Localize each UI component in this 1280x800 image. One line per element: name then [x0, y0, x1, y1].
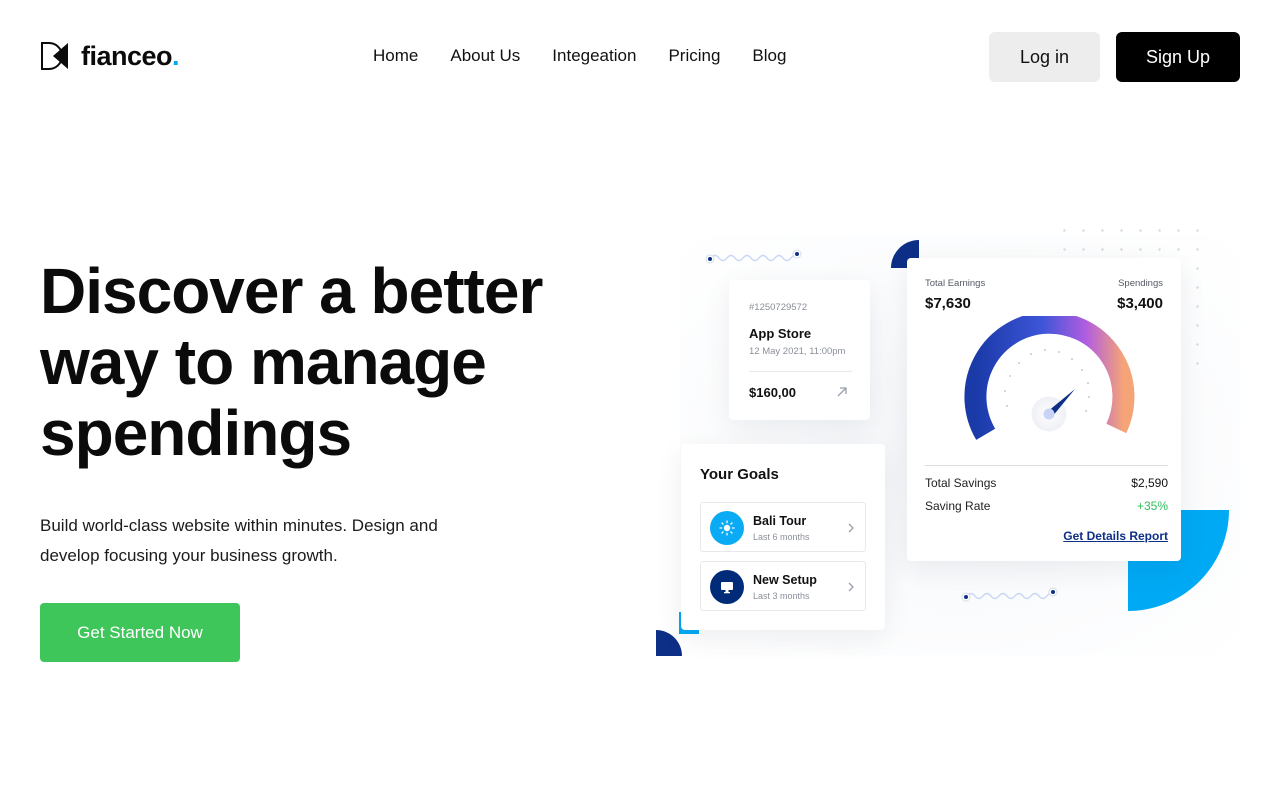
- logo-mark-icon: [41, 42, 68, 70]
- nav-about-us[interactable]: About Us: [450, 44, 520, 68]
- goal-item-bali-tour[interactable]: Bali Tour Last 6 months: [700, 502, 866, 552]
- transaction-date: 12 May 2021, 11:00pm: [749, 346, 846, 357]
- chevron-right-icon: [848, 523, 854, 533]
- total-savings-value: $2,590: [1131, 476, 1168, 490]
- transaction-amount: $160,00: [749, 385, 796, 400]
- nav-home[interactable]: Home: [373, 44, 418, 68]
- brand-name: fianceo: [81, 41, 173, 71]
- nav-blog[interactable]: Blog: [752, 44, 786, 68]
- goal-item-new-setup[interactable]: New Setup Last 3 months: [700, 561, 866, 611]
- monitor-icon: [710, 570, 744, 604]
- divider: [749, 371, 852, 372]
- spendings-value: $3,400: [1117, 295, 1163, 312]
- total-earnings-value: $7,630: [925, 295, 971, 312]
- goal-period: Last 3 months: [753, 591, 810, 601]
- brand-dot: .: [172, 41, 180, 71]
- goals-title: Your Goals: [700, 466, 779, 483]
- sun-icon: [710, 511, 744, 545]
- wave-decoration-top: [705, 249, 802, 264]
- login-button[interactable]: Log in: [989, 32, 1100, 82]
- saving-rate-label: Saving Rate: [925, 499, 991, 513]
- goals-card: Your Goals Bali Tour Last 6 months New S…: [681, 444, 885, 630]
- divider: [925, 465, 1168, 466]
- saving-rate-value: +35%: [1136, 499, 1168, 513]
- arrow-up-right-icon[interactable]: [835, 385, 849, 399]
- main-nav: Home About Us Integeation Pricing Blog: [373, 44, 786, 68]
- goal-name: Bali Tour: [753, 514, 807, 528]
- spendings-label: Spendings: [1118, 278, 1163, 289]
- goal-name: New Setup: [753, 573, 817, 587]
- details-report-link[interactable]: Get Details Report: [1063, 529, 1168, 543]
- goal-period: Last 6 months: [753, 532, 810, 542]
- transaction-card[interactable]: #1250729572 App Store 12 May 2021, 11:00…: [729, 280, 870, 420]
- nav-integration[interactable]: Integeation: [552, 44, 636, 68]
- hero-title: Discover a better way to manage spending…: [40, 255, 543, 469]
- total-earnings-label: Total Earnings: [925, 278, 986, 289]
- get-started-button[interactable]: Get Started Now: [40, 603, 240, 662]
- wave-decoration-bottom: [961, 587, 1058, 602]
- signup-button[interactable]: Sign Up: [1116, 32, 1240, 82]
- chevron-right-icon: [848, 582, 854, 592]
- nav-pricing[interactable]: Pricing: [668, 44, 720, 68]
- dashboard-illustration: #1250729572 App Store 12 May 2021, 11:00…: [650, 215, 1250, 665]
- spending-gauge: [964, 316, 1135, 440]
- total-savings-label: Total Savings: [925, 476, 997, 490]
- transaction-id: #1250729572: [749, 302, 808, 313]
- transaction-name: App Store: [749, 326, 812, 341]
- stats-card: Total Earnings $7,630 Spendings $3,400 T…: [907, 258, 1181, 561]
- hero-subtitle: Build world-class website within minutes…: [40, 516, 438, 565]
- logo[interactable]: fianceo.: [40, 41, 180, 71]
- site-header: fianceo. Home About Us Integeation Prici…: [0, 0, 1280, 112]
